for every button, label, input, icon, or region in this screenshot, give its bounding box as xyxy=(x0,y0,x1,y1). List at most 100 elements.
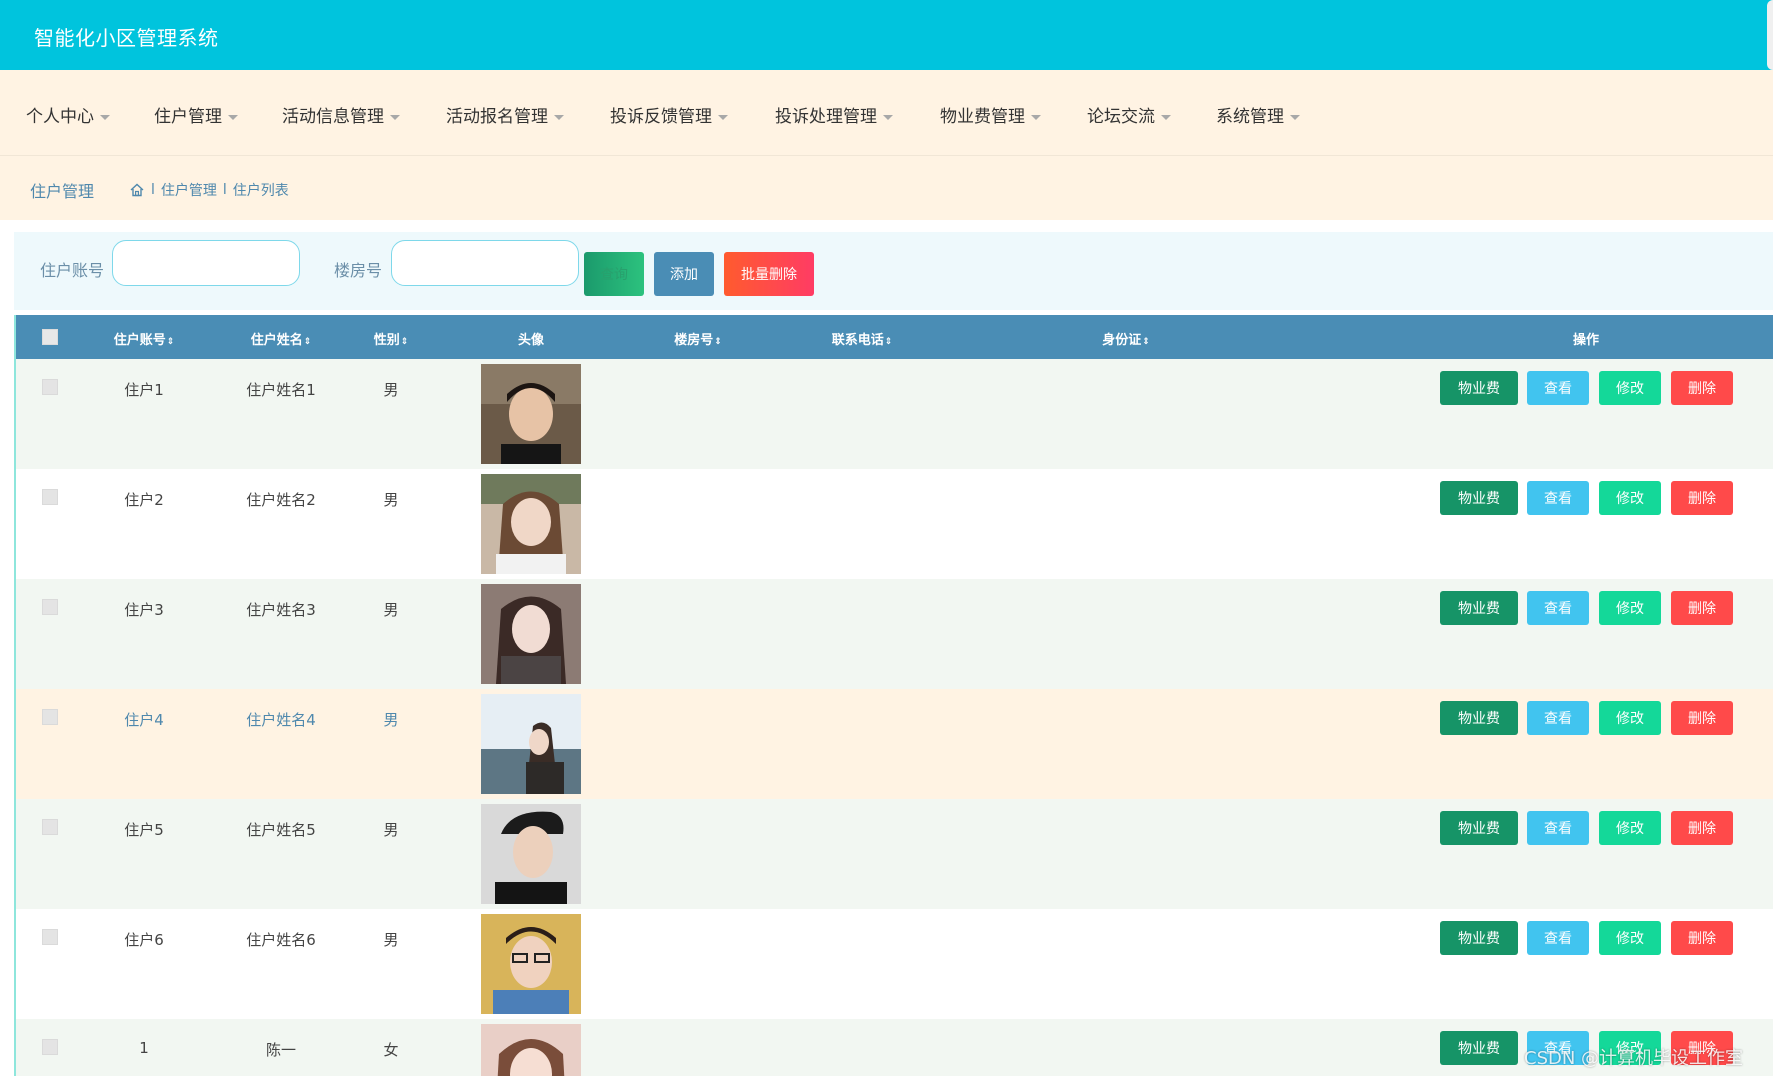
header-edge xyxy=(1767,0,1773,70)
delete-button[interactable]: 删除 xyxy=(1671,481,1733,515)
row-checkbox[interactable] xyxy=(42,929,58,945)
nav-activity-signup[interactable]: 活动报名管理 xyxy=(446,102,564,127)
breadcrumb-separator: l xyxy=(222,182,227,198)
cell-account: 住户5 xyxy=(124,821,164,839)
column-room[interactable]: 楼房号⇕ xyxy=(674,329,722,348)
sort-icon: ⇕ xyxy=(884,337,893,347)
table-row[interactable]: 住户3 住户姓名3 男 物业费 查看 修改 删除 xyxy=(16,579,1773,689)
watermark: CSDN @计算机毕设工作室 xyxy=(1524,1048,1744,1069)
table-row[interactable]: 住户4 住户姓名4 男 物业费 查看 修改 删除 xyxy=(16,689,1773,799)
cell-name: 住户姓名5 xyxy=(246,821,316,839)
row-checkbox[interactable] xyxy=(42,709,58,725)
column-phone[interactable]: 联系电话⇕ xyxy=(832,329,893,348)
add-button[interactable]: 添加 xyxy=(654,252,714,296)
nav-personal-center[interactable]: 个人中心 xyxy=(26,102,110,127)
row-checkbox[interactable] xyxy=(42,379,58,395)
property-fee-button[interactable]: 物业费 xyxy=(1440,591,1518,625)
avatar[interactable] xyxy=(481,914,581,1014)
sort-icon: ⇕ xyxy=(303,337,312,347)
view-button[interactable]: 查看 xyxy=(1527,371,1589,405)
property-fee-button[interactable]: 物业费 xyxy=(1440,701,1518,735)
column-label: 住户姓名 xyxy=(250,333,303,348)
main-nav: 个人中心 住户管理 活动信息管理 活动报名管理 投诉反馈管理 投诉处理管理 物业… xyxy=(0,70,1773,156)
delete-button[interactable]: 删除 xyxy=(1671,701,1733,735)
cell-account: 住户1 xyxy=(124,381,164,399)
property-fee-button[interactable]: 物业费 xyxy=(1440,811,1518,845)
room-label: 楼房号 xyxy=(334,261,383,280)
nav-complaint-feedback[interactable]: 投诉反馈管理 xyxy=(610,102,728,127)
edit-button[interactable]: 修改 xyxy=(1599,701,1661,735)
breadcrumb-separator: l xyxy=(151,182,155,198)
delete-button[interactable]: 删除 xyxy=(1671,591,1733,625)
cell-gender: 男 xyxy=(383,711,399,729)
cell-name: 住户姓名4 xyxy=(246,711,316,729)
row-checkbox[interactable] xyxy=(42,599,58,615)
row-checkbox[interactable] xyxy=(42,819,58,835)
delete-button[interactable]: 删除 xyxy=(1671,811,1733,845)
view-button[interactable]: 查看 xyxy=(1527,811,1589,845)
column-account[interactable]: 住户账号⇕ xyxy=(114,329,175,348)
column-label: 联系电话 xyxy=(831,333,884,348)
delete-button[interactable]: 删除 xyxy=(1671,371,1733,405)
view-button[interactable]: 查看 xyxy=(1527,921,1589,955)
row-checkbox[interactable] xyxy=(42,1039,58,1055)
column-gender[interactable]: 性别⇕ xyxy=(374,329,409,348)
table-row[interactable]: 1 陈一 女 物业费 查看 修改 删除 xyxy=(16,1019,1773,1076)
row-checkbox[interactable] xyxy=(42,489,58,505)
column-label: 身份证 xyxy=(1102,333,1142,348)
sort-icon: ⇕ xyxy=(1142,337,1150,347)
table-row[interactable]: 住户6 住户姓名6 男 物业费 查看 修改 删除 xyxy=(16,909,1773,1019)
breadcrumb-item: 住户列表 xyxy=(232,183,289,199)
nav-system[interactable]: 系统管理 xyxy=(1216,102,1300,127)
table-row[interactable]: 住户1 住户姓名1 男 物业费 查看 修改 删除 xyxy=(16,359,1773,469)
nav-resident-management[interactable]: 住户管理 xyxy=(154,102,238,127)
chevron-down-icon xyxy=(718,114,728,120)
breadcrumb-item[interactable]: 住户管理 xyxy=(161,180,217,200)
sort-icon: ⇕ xyxy=(400,337,409,347)
property-fee-button[interactable]: 物业费 xyxy=(1440,1031,1518,1065)
nav-label: 系统管理 xyxy=(1216,107,1284,127)
nav-complaint-handling[interactable]: 投诉处理管理 xyxy=(775,102,893,127)
edit-button[interactable]: 修改 xyxy=(1599,371,1661,405)
edit-button[interactable]: 修改 xyxy=(1599,481,1661,515)
avatar[interactable] xyxy=(481,694,581,794)
account-search-input[interactable] xyxy=(112,240,300,286)
delete-button[interactable]: 删除 xyxy=(1671,921,1733,955)
column-name[interactable]: 住户姓名⇕ xyxy=(251,329,312,348)
query-button[interactable]: 查询 xyxy=(584,252,644,296)
account-label: 住户账号 xyxy=(40,261,105,280)
sort-icon: ⇕ xyxy=(166,337,175,347)
property-fee-button[interactable]: 物业费 xyxy=(1440,921,1518,955)
cell-gender: 男 xyxy=(383,381,399,399)
property-fee-button[interactable]: 物业费 xyxy=(1440,371,1518,405)
column-idcard[interactable]: 身份证⇕ xyxy=(1102,329,1150,348)
column-actions: 操作 xyxy=(1573,329,1599,348)
nav-label: 活动报名管理 xyxy=(446,107,548,127)
avatar[interactable] xyxy=(481,364,581,464)
table-row[interactable]: 住户5 住户姓名5 男 物业费 查看 修改 删除 xyxy=(16,799,1773,909)
avatar[interactable] xyxy=(481,1024,581,1076)
avatar[interactable] xyxy=(481,474,581,574)
select-all-checkbox[interactable] xyxy=(42,329,58,345)
home-icon[interactable] xyxy=(129,182,145,198)
edit-button[interactable]: 修改 xyxy=(1599,811,1661,845)
nav-forum[interactable]: 论坛交流 xyxy=(1087,102,1171,127)
nav-activity-info[interactable]: 活动信息管理 xyxy=(282,102,400,127)
nav-label: 投诉处理管理 xyxy=(775,107,877,127)
chevron-down-icon xyxy=(1161,114,1171,120)
table-row[interactable]: 住户2 住户姓名2 男 物业费 查看 修改 删除 xyxy=(16,469,1773,579)
edit-button[interactable]: 修改 xyxy=(1599,921,1661,955)
nav-label: 论坛交流 xyxy=(1087,107,1155,127)
avatar[interactable] xyxy=(481,804,581,904)
view-button[interactable]: 查看 xyxy=(1527,481,1589,515)
nav-label: 住户管理 xyxy=(154,107,222,127)
nav-property-fee[interactable]: 物业费管理 xyxy=(940,102,1041,127)
batch-delete-button[interactable]: 批量删除 xyxy=(724,252,814,296)
cell-gender: 男 xyxy=(383,821,399,839)
property-fee-button[interactable]: 物业费 xyxy=(1440,481,1518,515)
view-button[interactable]: 查看 xyxy=(1527,701,1589,735)
edit-button[interactable]: 修改 xyxy=(1599,591,1661,625)
room-search-input[interactable] xyxy=(391,240,579,286)
view-button[interactable]: 查看 xyxy=(1527,591,1589,625)
avatar[interactable] xyxy=(481,584,581,684)
